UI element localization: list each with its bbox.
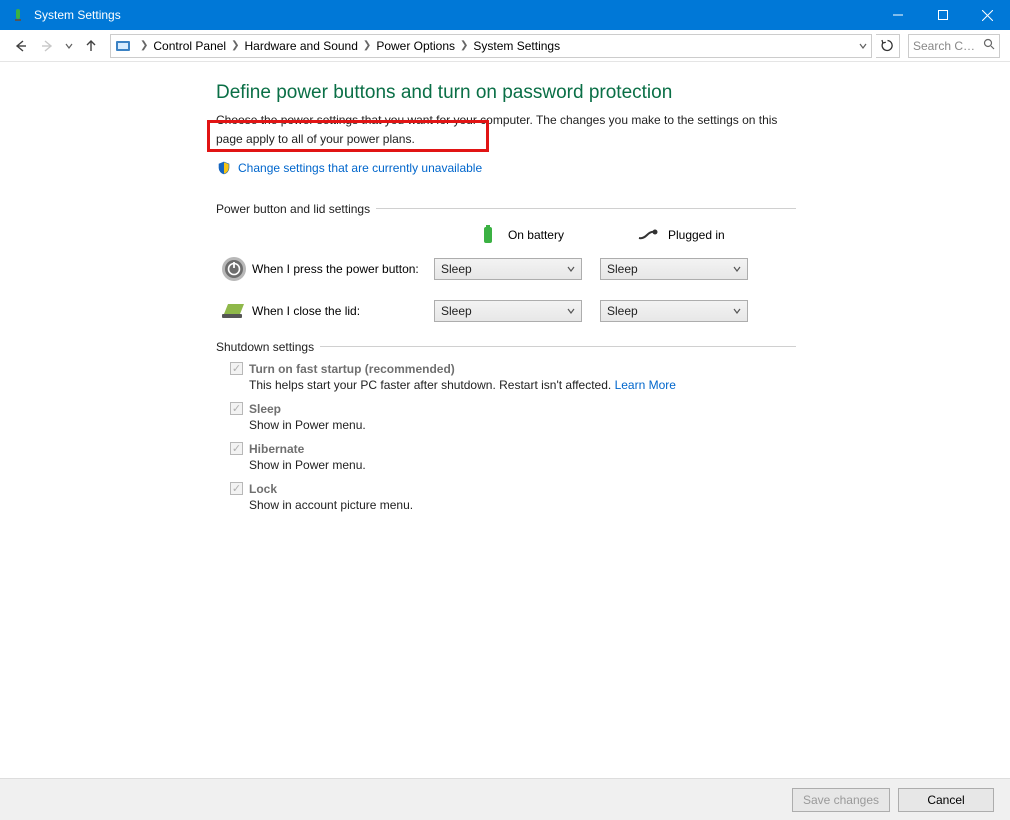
page-title: Define power buttons and turn on passwor… [216, 82, 796, 104]
chevron-down-icon [733, 301, 741, 321]
checkbox: ✓ [230, 402, 243, 415]
checkbox-label: Hibernate [249, 442, 304, 456]
breadcrumb-item[interactable]: System Settings [473, 39, 560, 53]
control-panel-icon [115, 38, 131, 54]
search-placeholder: Search Co... [913, 39, 979, 53]
plug-icon [636, 228, 660, 242]
page-description: Choose the power settings that you want … [216, 112, 796, 129]
breadcrumb[interactable]: ❯ Control Panel ❯ Hardware and Sound ❯ P… [110, 34, 872, 58]
breadcrumb-item[interactable]: Power Options [376, 39, 455, 53]
row-label-power-button: When I press the power button: [252, 262, 434, 276]
footer-bar: Save changes Cancel [0, 778, 1010, 820]
forward-button[interactable] [36, 35, 58, 57]
dropdown-power-plugged[interactable]: Sleep [600, 258, 748, 280]
window-title: System Settings [34, 8, 121, 22]
breadcrumb-item[interactable]: Control Panel [153, 39, 226, 53]
chevron-right-icon: ❯ [358, 40, 376, 51]
checkbox-item-fast-startup: ✓ Turn on fast startup (recommended) Thi… [230, 362, 796, 392]
column-plugged-in: Plugged in [636, 228, 796, 242]
search-input[interactable]: Search Co... [908, 34, 1000, 58]
cancel-button[interactable]: Cancel [898, 788, 994, 812]
navigation-bar: ❯ Control Panel ❯ Hardware and Sound ❯ P… [0, 30, 1010, 62]
checkbox-description: This helps start your PC faster after sh… [249, 378, 615, 392]
breadcrumb-item[interactable]: Hardware and Sound [245, 39, 358, 53]
maximize-button[interactable] [920, 0, 965, 30]
page-description: page apply to all of your power plans. [216, 131, 796, 148]
checkbox-description: Show in Power menu. [249, 418, 796, 432]
checkbox: ✓ [230, 362, 243, 375]
checkbox-description: Show in account picture menu. [249, 498, 796, 512]
group-header-power-button: Power button and lid settings [216, 202, 796, 216]
power-button-icon [216, 256, 252, 282]
refresh-button[interactable] [876, 34, 900, 58]
checkbox-label: Turn on fast startup (recommended) [249, 362, 455, 376]
learn-more-link[interactable]: Learn More [615, 378, 676, 392]
checkbox-label: Sleep [249, 402, 281, 416]
change-settings-link-text: Change settings that are currently unava… [238, 161, 482, 175]
chevron-down-icon [733, 259, 741, 279]
back-button[interactable] [10, 35, 32, 57]
minimize-button[interactable] [875, 0, 920, 30]
group-header-shutdown: Shutdown settings [216, 340, 796, 354]
chevron-right-icon: ❯ [135, 40, 153, 51]
checkbox-label: Lock [249, 482, 277, 496]
laptop-lid-icon [216, 300, 252, 322]
content-area: Define power buttons and turn on passwor… [0, 62, 1010, 778]
checkbox: ✓ [230, 482, 243, 495]
app-icon [10, 7, 26, 23]
titlebar: System Settings [0, 0, 1010, 30]
checkbox-item-hibernate: ✓ Hibernate Show in Power menu. [230, 442, 796, 472]
checkbox: ✓ [230, 442, 243, 455]
dropdown-lid-battery[interactable]: Sleep [434, 300, 582, 322]
chevron-down-icon[interactable] [859, 35, 867, 57]
column-on-battery: On battery [476, 224, 636, 246]
close-button[interactable] [965, 0, 1010, 30]
save-changes-button[interactable]: Save changes [792, 788, 890, 812]
up-button[interactable] [80, 35, 102, 57]
checkbox-item-lock: ✓ Lock Show in account picture menu. [230, 482, 796, 512]
chevron-down-icon [567, 301, 575, 321]
search-icon [983, 38, 995, 53]
chevron-down-icon [567, 259, 575, 279]
dropdown-lid-plugged[interactable]: Sleep [600, 300, 748, 322]
recent-locations-button[interactable] [62, 35, 76, 57]
battery-icon [476, 224, 500, 246]
row-label-close-lid: When I close the lid: [252, 304, 434, 318]
shield-icon [216, 160, 232, 176]
checkbox-description: Show in Power menu. [249, 458, 796, 472]
chevron-right-icon: ❯ [226, 40, 244, 51]
chevron-right-icon: ❯ [455, 40, 473, 51]
change-settings-link[interactable]: Change settings that are currently unava… [212, 156, 490, 180]
checkbox-item-sleep: ✓ Sleep Show in Power menu. [230, 402, 796, 432]
dropdown-power-battery[interactable]: Sleep [434, 258, 582, 280]
